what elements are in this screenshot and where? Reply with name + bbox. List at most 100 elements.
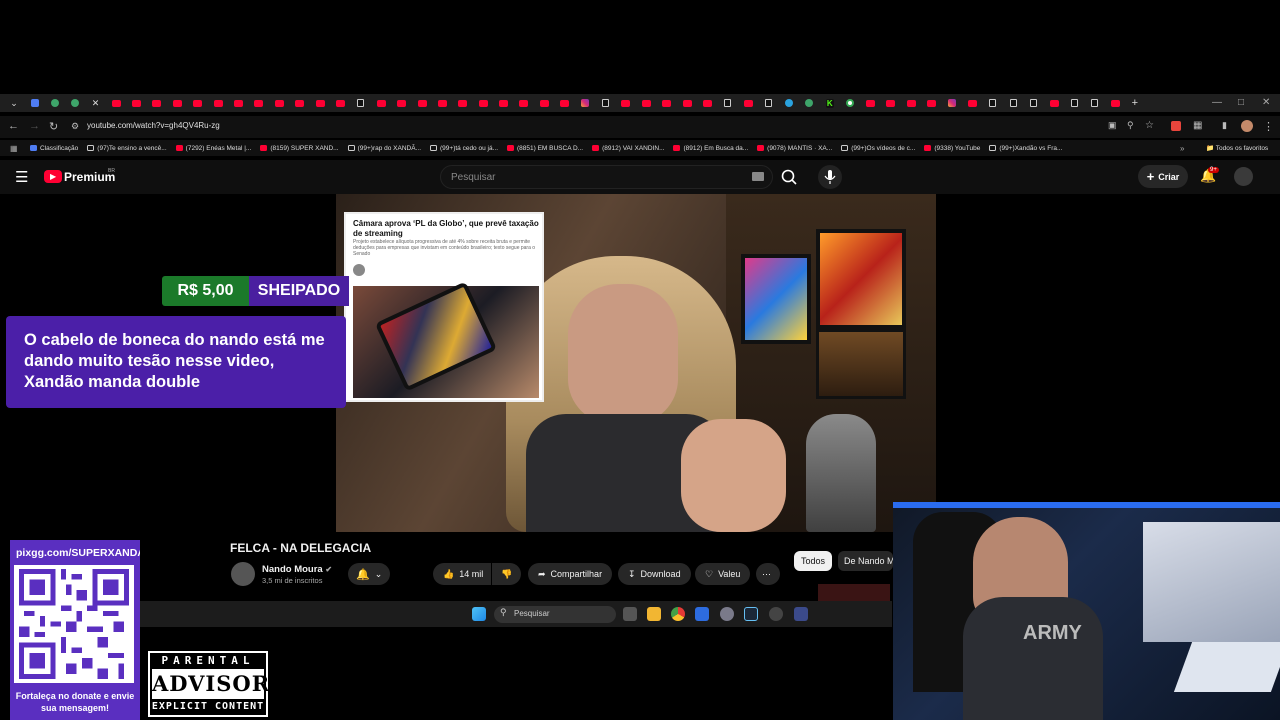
browser-tab[interactable] <box>310 94 330 112</box>
browser-tab[interactable]: ⌄ <box>4 94 24 112</box>
channel-name[interactable]: Nando Moura ✔ <box>262 564 332 575</box>
browser-tab[interactable] <box>922 94 942 112</box>
browser-tab[interactable] <box>65 94 85 112</box>
bookmark-item[interactable]: (99+)Os vídeos de c... <box>841 145 915 152</box>
browser-tab[interactable] <box>595 94 615 112</box>
browser-tab[interactable] <box>147 94 167 112</box>
browser-tab[interactable]: + <box>1125 94 1145 112</box>
browser-tab[interactable] <box>1105 94 1125 112</box>
browser-tab[interactable] <box>840 94 860 112</box>
subscribed-bell-button[interactable]: 🔔 ⌄ <box>348 563 391 585</box>
cast-icon[interactable]: ▣ <box>1108 120 1117 131</box>
browser-tab[interactable] <box>45 94 65 112</box>
browser-tab[interactable] <box>983 94 1003 112</box>
browser-tab[interactable] <box>106 94 126 112</box>
app-icon[interactable] <box>769 607 783 621</box>
browser-tab[interactable] <box>697 94 717 112</box>
profile-avatar-icon[interactable] <box>1241 120 1253 132</box>
browser-tab[interactable] <box>351 94 371 112</box>
browser-tab[interactable] <box>1064 94 1084 112</box>
browser-tab[interactable] <box>473 94 493 112</box>
dislike-button[interactable]: 👎 <box>492 563 522 585</box>
browser-tab[interactable] <box>677 94 697 112</box>
windows-start-icon[interactable] <box>472 607 486 621</box>
browser-tab[interactable] <box>1003 94 1023 112</box>
browser-tab[interactable] <box>942 94 962 112</box>
url-field[interactable]: youtube.com/watch?v=gh4QV4Ru-zg <box>87 121 220 130</box>
browser-tab[interactable] <box>493 94 513 112</box>
browser-tab[interactable] <box>167 94 187 112</box>
browser-tab[interactable] <box>371 94 391 112</box>
minimize-icon[interactable]: — <box>1212 94 1222 112</box>
task-view-icon[interactable] <box>623 607 637 621</box>
browser-tab[interactable] <box>391 94 411 112</box>
browser-tab[interactable] <box>636 94 656 112</box>
browser-tab[interactable] <box>616 94 636 112</box>
bookmark-item[interactable]: (7292) Enéas Metal |... <box>175 145 251 152</box>
browser-tab[interactable] <box>289 94 309 112</box>
app-icon[interactable] <box>794 607 808 621</box>
browser-tab[interactable] <box>432 94 452 112</box>
close-window-icon[interactable]: ✕ <box>1262 94 1270 112</box>
browser-tab[interactable] <box>555 94 575 112</box>
app-icon[interactable] <box>695 607 709 621</box>
browser-tab[interactable]: ✕ <box>86 94 106 112</box>
search-input[interactable]: Pesquisar <box>440 165 773 189</box>
extensions-puzzle-icon[interactable]: ▦ <box>1193 120 1202 131</box>
extension-icon[interactable] <box>1171 121 1181 131</box>
browser-tab[interactable] <box>758 94 778 112</box>
browser-tab[interactable] <box>1085 94 1105 112</box>
apps-grid-icon[interactable]: ▦ <box>10 144 20 153</box>
like-button[interactable]: 👍 14 mil <box>433 563 492 585</box>
site-info-icon[interactable]: ⚙ <box>71 121 79 132</box>
back-icon[interactable]: ← <box>8 120 19 132</box>
menu-dots-icon[interactable]: ⋮ <box>1263 120 1274 133</box>
browser-tab[interactable] <box>453 94 473 112</box>
browser-tab[interactable] <box>269 94 289 112</box>
all-bookmarks-link[interactable]: 📁 Todos os favoritos <box>1206 144 1268 152</box>
steam-icon[interactable] <box>744 607 758 621</box>
channel-avatar[interactable] <box>231 562 255 586</box>
filter-chip-all[interactable]: Todos <box>794 551 833 571</box>
browser-tab[interactable] <box>657 94 677 112</box>
browser-tab[interactable] <box>1024 94 1044 112</box>
bookmark-item[interactable]: (9338) YouTube <box>924 145 980 152</box>
bookmark-item[interactable]: (8851) EM BUSCA D... <box>507 145 583 152</box>
chrome-icon[interactable] <box>671 607 685 621</box>
download-button[interactable]: ↧ Download <box>618 563 691 585</box>
browser-tab[interactable] <box>738 94 758 112</box>
bookmark-item[interactable]: (8912) Em Busca da... <box>673 145 748 152</box>
browser-tab[interactable] <box>208 94 228 112</box>
bookmark-item[interactable]: (99+)rap do XANDÃ... <box>347 145 421 152</box>
search-button[interactable] <box>773 165 807 189</box>
bookmark-item[interactable]: (97)Te ensino a vencê... <box>87 145 167 152</box>
zoom-icon[interactable]: ⚲ <box>1127 120 1134 131</box>
browser-tab[interactable] <box>718 94 738 112</box>
browser-tab[interactable] <box>1044 94 1064 112</box>
voice-search-button[interactable] <box>818 165 842 189</box>
browser-tab[interactable] <box>901 94 921 112</box>
sidebar-icon[interactable]: ▮ <box>1222 120 1227 131</box>
filter-chip-channel[interactable]: De Nando Moura <box>838 551 893 571</box>
browser-tab[interactable] <box>962 94 982 112</box>
bookmark-item[interactable]: (8912) VAI XANDIN... <box>592 145 664 152</box>
bookmark-item[interactable]: (99+)Xandão vs Fra... <box>989 145 1062 152</box>
maximize-icon[interactable]: □ <box>1238 94 1244 112</box>
browser-tab[interactable] <box>188 94 208 112</box>
create-button[interactable]: + Criar <box>1138 165 1188 188</box>
browser-tab[interactable] <box>249 94 269 112</box>
more-actions-button[interactable]: ⋯ <box>756 563 780 585</box>
browser-tab[interactable] <box>126 94 146 112</box>
bookmark-item[interactable]: (8159) SUPER XAND... <box>260 145 339 152</box>
bookmark-item[interactable]: Classificação <box>30 145 78 152</box>
browser-tab[interactable] <box>860 94 880 112</box>
bookmark-item[interactable]: (9078) MANTIS · XA... <box>757 145 832 152</box>
account-avatar[interactable] <box>1234 167 1253 186</box>
browser-tab[interactable] <box>412 94 432 112</box>
browser-tab[interactable] <box>799 94 819 112</box>
taskbar-search[interactable]: Pesquisar <box>494 606 616 623</box>
browser-tab[interactable] <box>534 94 554 112</box>
forward-icon[interactable]: → <box>29 120 40 132</box>
browser-tab[interactable] <box>881 94 901 112</box>
browser-tab[interactable] <box>330 94 350 112</box>
